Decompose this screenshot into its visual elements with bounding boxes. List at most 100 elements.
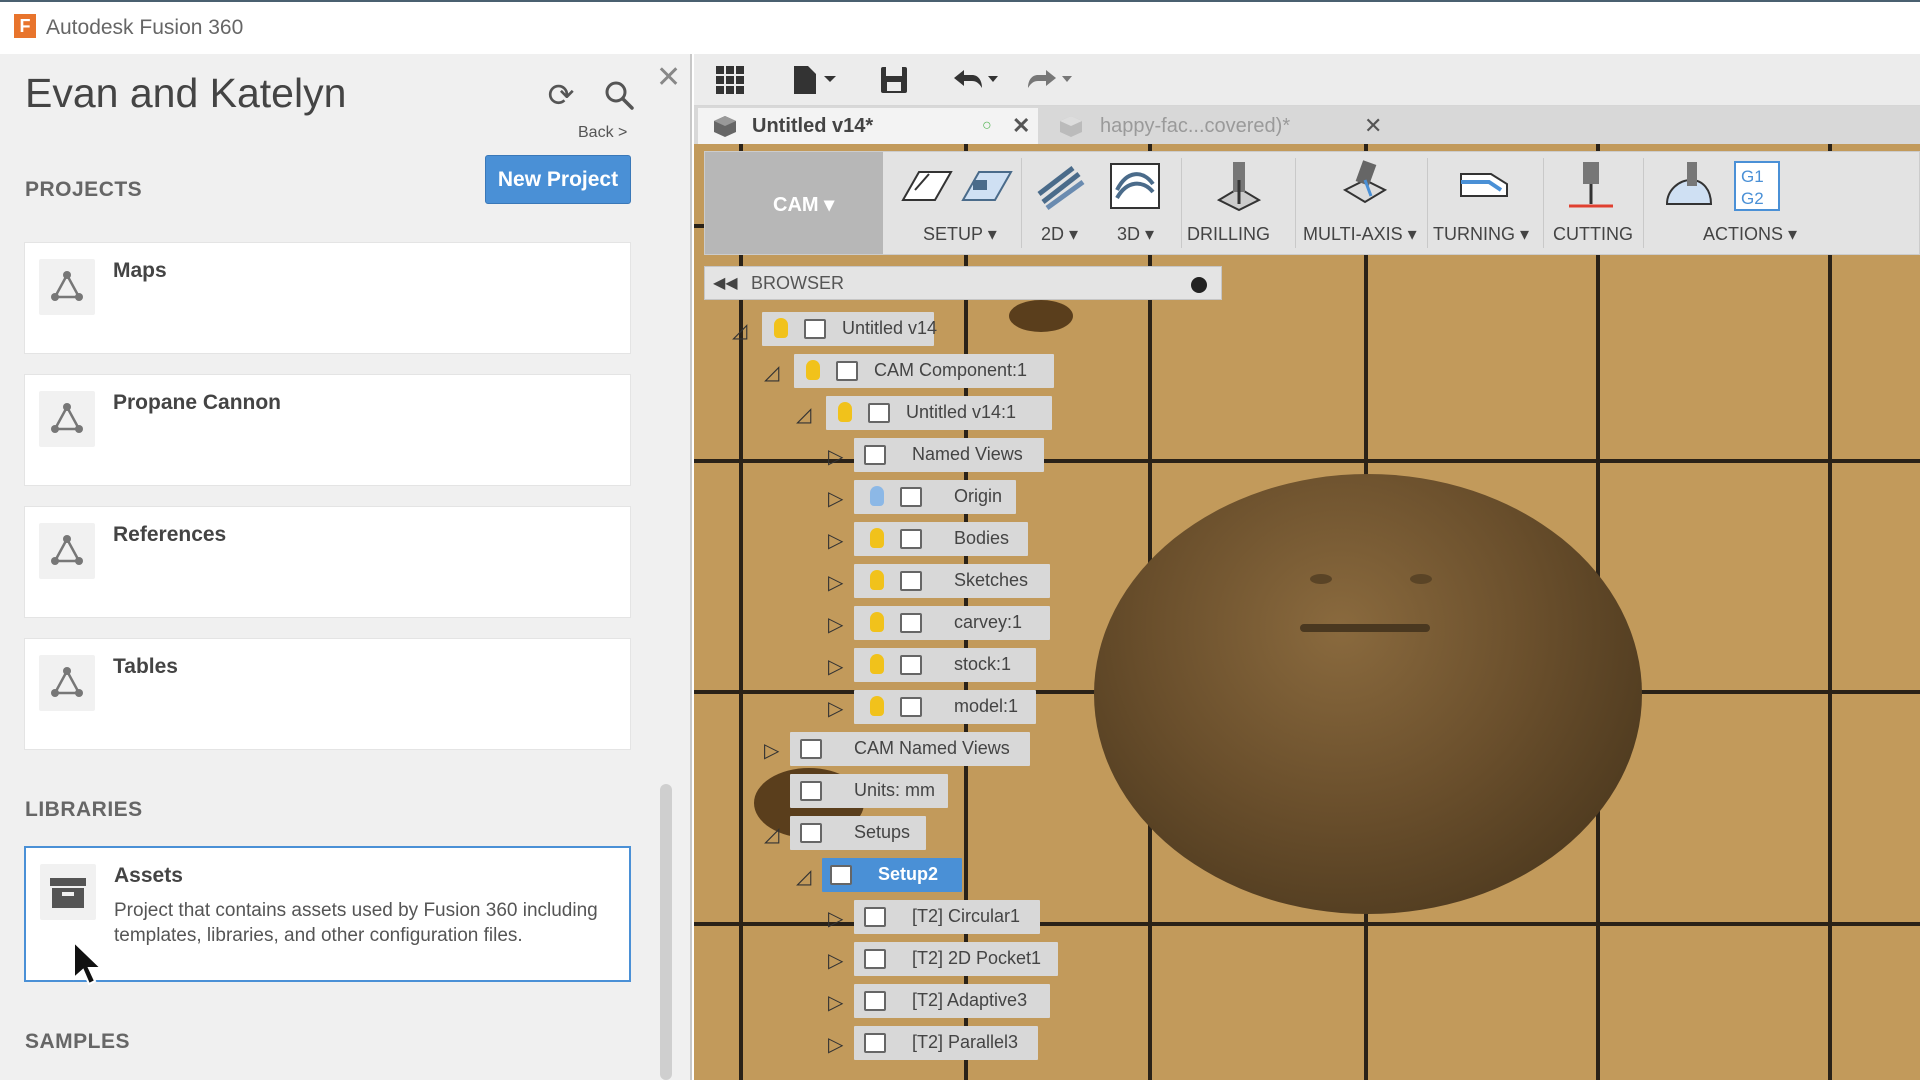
search-icon[interactable] xyxy=(602,78,636,112)
data-panel: Evan and Katelyn ⟳ ✕ Back > PROJECTS New… xyxy=(0,54,692,1080)
save-icon[interactable] xyxy=(878,64,910,96)
folder-icon xyxy=(900,571,922,591)
visibility-bulb-icon[interactable] xyxy=(870,696,884,716)
toolbar-label: ACTIONS ▾ xyxy=(1703,224,1798,244)
new-project-button[interactable]: New Project xyxy=(485,155,631,204)
turning-icon xyxy=(1460,173,1508,197)
folder-icon xyxy=(900,487,922,507)
redo-icon[interactable] xyxy=(1024,64,1074,96)
expand-arrow-icon[interactable]: ▷ xyxy=(828,486,843,511)
panel-scrollbar[interactable] xyxy=(660,784,672,1080)
library-card-assets[interactable]: Assets Project that contains assets used… xyxy=(24,846,631,982)
expand-arrow-icon[interactable]: ▷ xyxy=(828,948,843,973)
collapse-arrow-icon[interactable]: ◿ xyxy=(732,318,747,343)
back-link[interactable]: Back > xyxy=(578,124,627,142)
projects-heading: PROJECTS xyxy=(25,178,143,201)
tree-node-label: Origin xyxy=(954,486,1003,506)
toolbar-label: 2D ▾ xyxy=(1041,224,1079,244)
toolbar-separator xyxy=(1643,158,1644,248)
component-icon xyxy=(836,361,858,381)
svg-text:G2: G2 xyxy=(1741,189,1764,208)
document-tabs: Untitled v14* ○ ✕ happy-fac...covered)* … xyxy=(694,106,1920,193)
collapse-browser-icon[interactable]: ◀◀ xyxy=(713,273,738,293)
samples-heading: SAMPLES xyxy=(25,1030,131,1053)
mouse-cursor-icon xyxy=(72,939,104,991)
project-icon xyxy=(39,655,95,711)
visibility-bulb-icon[interactable] xyxy=(870,570,884,590)
model-mouth xyxy=(1300,624,1430,632)
toolbar-separator xyxy=(1181,158,1182,248)
browser-panel-header[interactable]: ◀◀ BROWSER xyxy=(704,266,1222,300)
toolbar-separator xyxy=(1543,158,1544,248)
toolbar-group-drilling[interactable]: DRILLING xyxy=(1187,152,1287,254)
project-name: Maps xyxy=(113,259,167,282)
setup-icon xyxy=(830,865,852,885)
project-card-references[interactable]: References xyxy=(24,506,631,618)
expand-arrow-icon[interactable]: ▷ xyxy=(828,990,843,1015)
project-name: Tables xyxy=(113,655,178,678)
expand-arrow-icon[interactable]: ▷ xyxy=(828,906,843,931)
expand-arrow-icon[interactable]: ▷ xyxy=(828,612,843,637)
toolbar-label: DRILLING xyxy=(1187,224,1271,244)
visibility-bulb-icon[interactable] xyxy=(870,528,884,548)
expand-arrow-icon[interactable]: ▷ xyxy=(828,654,843,679)
toolbar-group-3d[interactable]: 3D ▾ xyxy=(1101,152,1171,254)
toolbar-group-cutting[interactable]: CUTTING xyxy=(1549,152,1637,254)
toolbar-group-actions[interactable]: G1 G2 ACTIONS ▾ xyxy=(1649,152,1919,254)
toolbar-group-setup[interactable]: SETUP ▾ xyxy=(895,152,1017,254)
title-bar: F Autodesk Fusion 360 xyxy=(0,0,1920,54)
tree-node-label: Untitled v14:1 xyxy=(906,402,1017,422)
collapse-arrow-icon[interactable]: ◿ xyxy=(796,864,811,889)
expand-arrow-icon[interactable]: ▷ xyxy=(828,1032,843,1057)
tree-node-label: Setups xyxy=(854,822,911,842)
post-process-icon: G1G2 xyxy=(1734,161,1780,211)
tree-node-label: Bodies xyxy=(954,528,1010,548)
tab-happy-face[interactable]: happy-fac...covered)* ✕ xyxy=(1044,108,1394,144)
toolbar-label: CUTTING xyxy=(1553,224,1633,244)
tree-node-label: Units: mm xyxy=(854,780,935,800)
circular-op-icon xyxy=(864,907,886,927)
collapse-arrow-icon[interactable]: ◿ xyxy=(764,822,779,847)
toolbar-group-2d[interactable]: 2D ▾ xyxy=(1027,152,1097,254)
window-title: Autodesk Fusion 360 xyxy=(46,16,244,39)
collapse-arrow-icon[interactable]: ◿ xyxy=(796,402,811,427)
library-name: Assets xyxy=(114,864,183,887)
happy-face-model[interactable] xyxy=(1094,474,1642,914)
expand-arrow-icon[interactable]: ▷ xyxy=(828,570,843,595)
tree-node-label: Named Views xyxy=(912,444,1023,464)
grid-line xyxy=(1828,144,1832,1080)
close-tab-icon[interactable]: ✕ xyxy=(1012,108,1030,144)
close-panel-icon[interactable]: ✕ xyxy=(656,60,681,95)
visibility-bulb-icon[interactable] xyxy=(806,360,820,380)
body-icon xyxy=(900,655,922,675)
toolbar-group-multi-axis[interactable]: MULTI-AXIS ▾ xyxy=(1303,152,1421,254)
tab-untitled-v14[interactable]: Untitled v14* ○ ✕ xyxy=(698,108,1038,144)
visibility-bulb-icon[interactable] xyxy=(774,318,788,338)
project-card-tables[interactable]: Tables xyxy=(24,638,631,750)
apps-grid-icon[interactable] xyxy=(714,64,746,96)
refresh-icon[interactable]: ⟳ xyxy=(544,78,578,112)
project-name: Propane Cannon xyxy=(113,391,282,414)
visibility-bulb-icon[interactable] xyxy=(870,654,884,674)
toolbar-group-turning[interactable]: TURNING ▾ xyxy=(1433,152,1537,254)
toolbar-label: MULTI-AXIS ▾ xyxy=(1303,224,1417,244)
project-card-propane-cannon[interactable]: Propane Cannon xyxy=(24,374,631,486)
collapse-arrow-icon[interactable]: ◿ xyxy=(764,360,779,385)
new-setup-icon xyxy=(961,171,1013,201)
expand-arrow-icon[interactable]: ▷ xyxy=(828,444,843,469)
close-tab-icon[interactable]: ✕ xyxy=(1364,108,1382,144)
project-card-maps[interactable]: Maps xyxy=(24,242,631,354)
visibility-bulb-icon[interactable] xyxy=(870,612,884,632)
tree-node-label: stock:1 xyxy=(954,654,1012,674)
expand-arrow-icon[interactable]: ▷ xyxy=(828,696,843,721)
2d-milling-icon xyxy=(1037,166,1085,211)
libraries-heading: LIBRARIES xyxy=(25,798,143,821)
pin-icon[interactable] xyxy=(1191,277,1207,293)
expand-arrow-icon[interactable]: ▷ xyxy=(764,738,779,763)
visibility-bulb-icon[interactable] xyxy=(838,402,852,422)
workspace-switcher[interactable]: CAM ▾ xyxy=(705,152,883,254)
visibility-bulb-icon[interactable] xyxy=(870,486,884,506)
undo-icon[interactable] xyxy=(950,64,1000,96)
expand-arrow-icon[interactable]: ▷ xyxy=(828,528,843,553)
file-menu-icon[interactable] xyxy=(790,64,840,96)
